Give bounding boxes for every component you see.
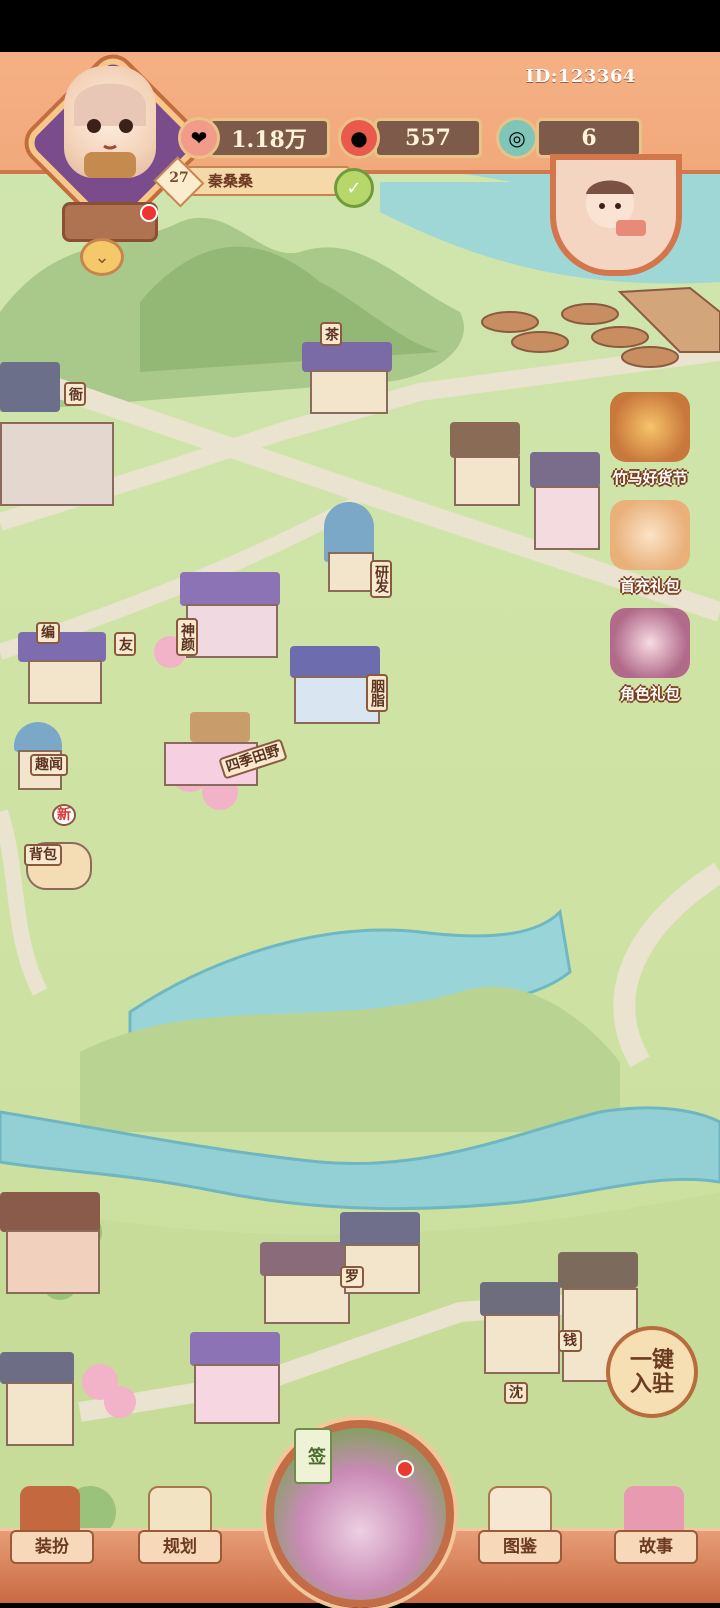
- lower-house-3[interactable]: [330, 1212, 430, 1302]
- nav-gallery[interactable]: 图鉴: [470, 1486, 566, 1598]
- weave-house[interactable]: [18, 632, 108, 708]
- companion-portrait-icon: [586, 180, 646, 236]
- research-sign: 研发: [370, 560, 392, 598]
- player-name: 秦桑桑: [208, 172, 254, 190]
- street-sign-c: 罗: [340, 1266, 364, 1288]
- friends-sign: 友: [114, 632, 136, 656]
- notification-dot: [140, 204, 158, 222]
- nav-story-label: 故事: [614, 1530, 698, 1564]
- nav-gallery-label: 图鉴: [478, 1530, 562, 1564]
- rouge-sign: 胭脂: [366, 674, 388, 712]
- lower-house-1[interactable]: [0, 1192, 110, 1322]
- nav-story[interactable]: 故事: [606, 1486, 702, 1598]
- lower-house-4[interactable]: [180, 1332, 290, 1432]
- right-house-2[interactable]: [520, 442, 610, 562]
- gems-value[interactable]: 557: [374, 118, 482, 158]
- center-notification-dot: [396, 1460, 414, 1478]
- fan-coin-icon: ❤: [178, 117, 220, 159]
- right-house-1[interactable]: [440, 422, 530, 522]
- street-sign-a: 钱: [558, 1330, 582, 1352]
- guard-compound[interactable]: [0, 362, 114, 512]
- shenyan-sign: 神颜: [176, 618, 198, 656]
- companion-avatar[interactable]: [550, 154, 682, 276]
- treasure-chest-icon: [610, 392, 690, 462]
- check-in-icon[interactable]: ✓: [334, 168, 374, 208]
- one-key-settle-button[interactable]: 一键入驻: [606, 1326, 698, 1418]
- player-level: 27: [169, 170, 189, 186]
- new-badge: 新: [52, 804, 76, 826]
- nav-dress-label: 装扮: [10, 1530, 94, 1564]
- status-bar: [0, 0, 720, 52]
- event-first-recharge[interactable]: 首充礼包: [600, 500, 700, 596]
- one-key-label: 一键入驻: [629, 1347, 674, 1397]
- center-sign-tag: 签: [294, 1428, 332, 1484]
- player-id: ID:123364: [525, 66, 636, 87]
- street-sign-b: 沈: [504, 1382, 528, 1404]
- event-label: 竹马好货节: [612, 469, 688, 487]
- guard-sign: 衙: [64, 382, 86, 406]
- cat-gift-icon: [610, 500, 690, 570]
- jade-ring-icon: ◎: [496, 117, 538, 159]
- nav-dress[interactable]: 装扮: [2, 1486, 98, 1598]
- red-gem-icon: ●: [338, 117, 380, 159]
- event-bamboo-festival[interactable]: 竹马好货节: [600, 392, 700, 488]
- event-character-gift[interactable]: 角色礼包: [600, 608, 700, 704]
- lower-house-7[interactable]: [0, 1352, 80, 1462]
- event-label: 角色礼包: [619, 685, 680, 703]
- jade-value[interactable]: 6: [536, 118, 642, 158]
- coins-value[interactable]: 1.18万: [208, 118, 330, 158]
- tea-sign: 茶: [320, 322, 342, 346]
- chevron-down-icon[interactable]: ⌄: [80, 238, 124, 276]
- avatar-portrait-icon: [74, 83, 146, 178]
- nav-plan[interactable]: 规划: [130, 1486, 226, 1598]
- backpack-sign: 背包: [24, 844, 62, 866]
- tea-house[interactable]: [292, 342, 402, 422]
- weave-sign: 编: [36, 622, 60, 644]
- avatar[interactable]: [64, 66, 156, 178]
- nav-plan-label: 规划: [138, 1530, 222, 1564]
- fun-sign: 趣闻: [30, 754, 68, 776]
- event-label: 首充礼包: [619, 577, 680, 595]
- character-gift-icon: [610, 608, 690, 678]
